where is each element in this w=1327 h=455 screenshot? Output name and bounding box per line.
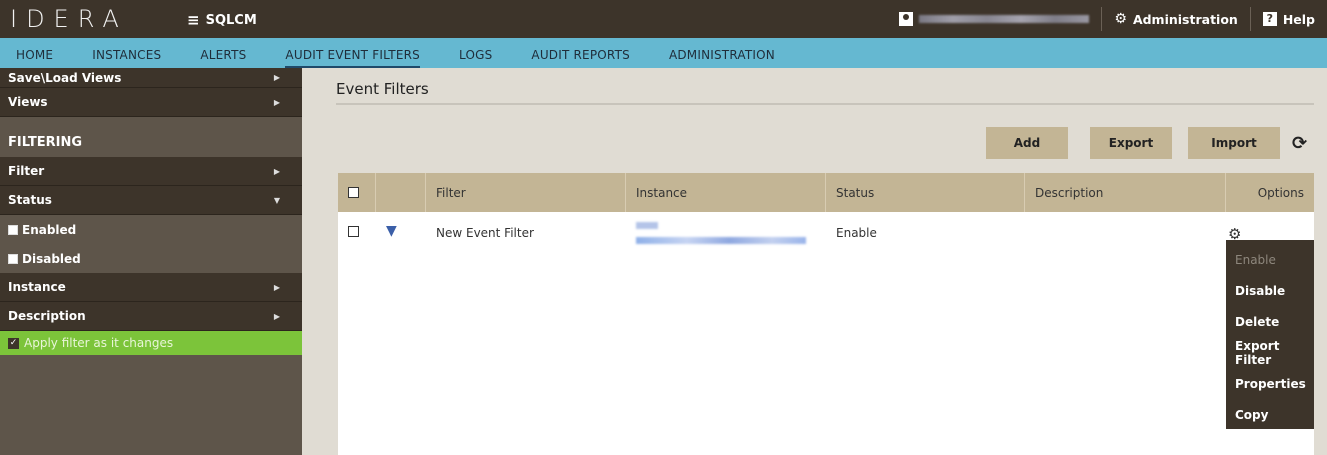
disabled-checkbox[interactable] — [8, 253, 18, 264]
sidebar-status[interactable]: Status ▼ — [0, 186, 302, 215]
instance-label: Instance — [8, 280, 66, 294]
export-button[interactable]: Export — [1090, 127, 1172, 159]
filtering-heading: FILTERING — [0, 117, 302, 157]
page-title: Event Filters — [336, 80, 429, 98]
status-enabled-option[interactable]: Enabled — [0, 215, 302, 244]
add-button[interactable]: Add — [986, 127, 1068, 159]
column-header-status[interactable]: Status — [826, 173, 1025, 212]
select-all-checkbox[interactable] — [348, 187, 359, 198]
user-icon — [899, 12, 914, 26]
event-filters-table: Filter Instance Status Description Optio… — [338, 173, 1314, 455]
chevron-right-icon: ▶ — [273, 282, 280, 292]
filter-funnel-icon: ▼ — [386, 223, 397, 239]
administration-label: Administration — [1132, 11, 1238, 27]
row-description — [1025, 212, 1226, 252]
disabled-label: Disabled — [22, 251, 81, 266]
help-link[interactable]: ? Help — [1249, 7, 1327, 31]
sidebar-description[interactable]: Description ▶ — [0, 302, 302, 331]
column-header-filter[interactable]: Filter — [426, 173, 626, 212]
chevron-right-icon: ▶ — [273, 73, 280, 82]
icon-column-header — [376, 173, 426, 212]
status-label: Status — [8, 193, 52, 207]
apply-filter-checkbox[interactable]: ✓ — [8, 337, 19, 349]
enabled-checkbox[interactable] — [8, 224, 18, 235]
row-checkbox[interactable] — [348, 226, 359, 237]
title-divider — [336, 103, 1314, 105]
table-header: Filter Instance Status Description Optio… — [338, 173, 1314, 212]
row-filter-name[interactable]: New Event Filter — [426, 212, 626, 252]
tab-audit-reports[interactable]: AUDIT REPORTS — [531, 38, 630, 68]
menu-item-export-filter[interactable]: Export Filter — [1226, 337, 1314, 368]
instance-redacted-line2 — [636, 237, 806, 244]
tab-audit-event-filters[interactable]: AUDIT EVENT FILTERS — [285, 38, 420, 68]
module-name: SQLCM — [205, 12, 257, 28]
chevron-right-icon: ▶ — [273, 311, 280, 321]
tab-logs[interactable]: LOGS — [459, 38, 492, 68]
filter-label: Filter — [8, 164, 45, 178]
chevron-right-icon: ▶ — [273, 166, 280, 176]
row-instance-cell[interactable] — [626, 212, 826, 252]
sidebar-save-load-views[interactable]: Save\Load Views ▶ — [0, 68, 302, 88]
main-content: Event Filters Add Export Import ⟳ Filter… — [302, 68, 1327, 455]
refresh-icon[interactable]: ⟳ — [1292, 133, 1307, 154]
help-icon: ? — [1262, 12, 1277, 26]
menu-item-properties[interactable]: Properties — [1226, 368, 1314, 399]
username-redacted — [919, 15, 1090, 23]
sidebar-filter[interactable]: Filter ▶ — [0, 157, 302, 186]
select-all-cell — [338, 173, 376, 212]
chevron-down-icon: ▼ — [273, 195, 280, 205]
sidebar: Save\Load Views ▶ Views ▶ FILTERING Filt… — [0, 68, 302, 455]
sidebar-instance[interactable]: Instance ▶ — [0, 273, 302, 302]
tab-home[interactable]: HOME — [16, 38, 53, 68]
idera-logo[interactable]: IDERA — [10, 5, 128, 33]
menu-item-copy[interactable]: Copy — [1226, 399, 1314, 430]
options-dropdown-menu: Enable Disable Delete Export Filter Prop… — [1226, 240, 1314, 429]
tab-administration[interactable]: ADMINISTRATION — [669, 38, 775, 68]
instance-redacted-line1 — [636, 222, 658, 229]
help-label: Help — [1282, 11, 1315, 27]
row-icon-cell: ▼ — [376, 212, 426, 252]
tab-alerts[interactable]: ALERTS — [200, 38, 246, 68]
main-nav: HOME INSTANCES ALERTS AUDIT EVENT FILTER… — [0, 38, 1327, 68]
apply-filter-option[interactable]: ✓ Apply filter as it changes — [0, 331, 302, 355]
description-label: Description — [8, 309, 86, 323]
column-header-options: Options — [1257, 185, 1304, 200]
app-menu[interactable]: ≡ SQLCM — [187, 11, 257, 29]
hamburger-icon[interactable]: ≡ — [187, 11, 200, 29]
row-select-cell — [338, 212, 376, 252]
menu-item-delete[interactable]: Delete — [1226, 306, 1314, 337]
import-button[interactable]: Import — [1188, 127, 1280, 159]
administration-link[interactable]: ⚙ Administration — [1101, 7, 1249, 31]
menu-item-disable[interactable]: Disable — [1226, 275, 1314, 306]
save-load-views-label: Save\Load Views — [8, 70, 122, 85]
enabled-label: Enabled — [22, 222, 77, 237]
sidebar-views[interactable]: Views ▶ — [0, 88, 302, 117]
menu-item-enable: Enable — [1235, 252, 1276, 267]
apply-filter-label: Apply filter as it changes — [24, 336, 174, 350]
tab-instances[interactable]: INSTANCES — [92, 38, 161, 68]
chevron-right-icon: ▶ — [273, 97, 280, 107]
views-label: Views — [8, 95, 48, 109]
column-header-instance[interactable]: Instance — [626, 173, 826, 212]
table-row[interactable]: ▼ New Event Filter Enable — [338, 212, 1314, 252]
gear-icon: ⚙ — [1114, 11, 1127, 27]
user-menu[interactable] — [887, 7, 1101, 31]
status-disabled-option[interactable]: Disabled — [0, 244, 302, 273]
top-bar: IDERA ≡ SQLCM ⚙ Administration ? Help — [0, 0, 1327, 38]
row-status: Enable — [836, 226, 877, 240]
column-header-description[interactable]: Description — [1025, 173, 1226, 212]
